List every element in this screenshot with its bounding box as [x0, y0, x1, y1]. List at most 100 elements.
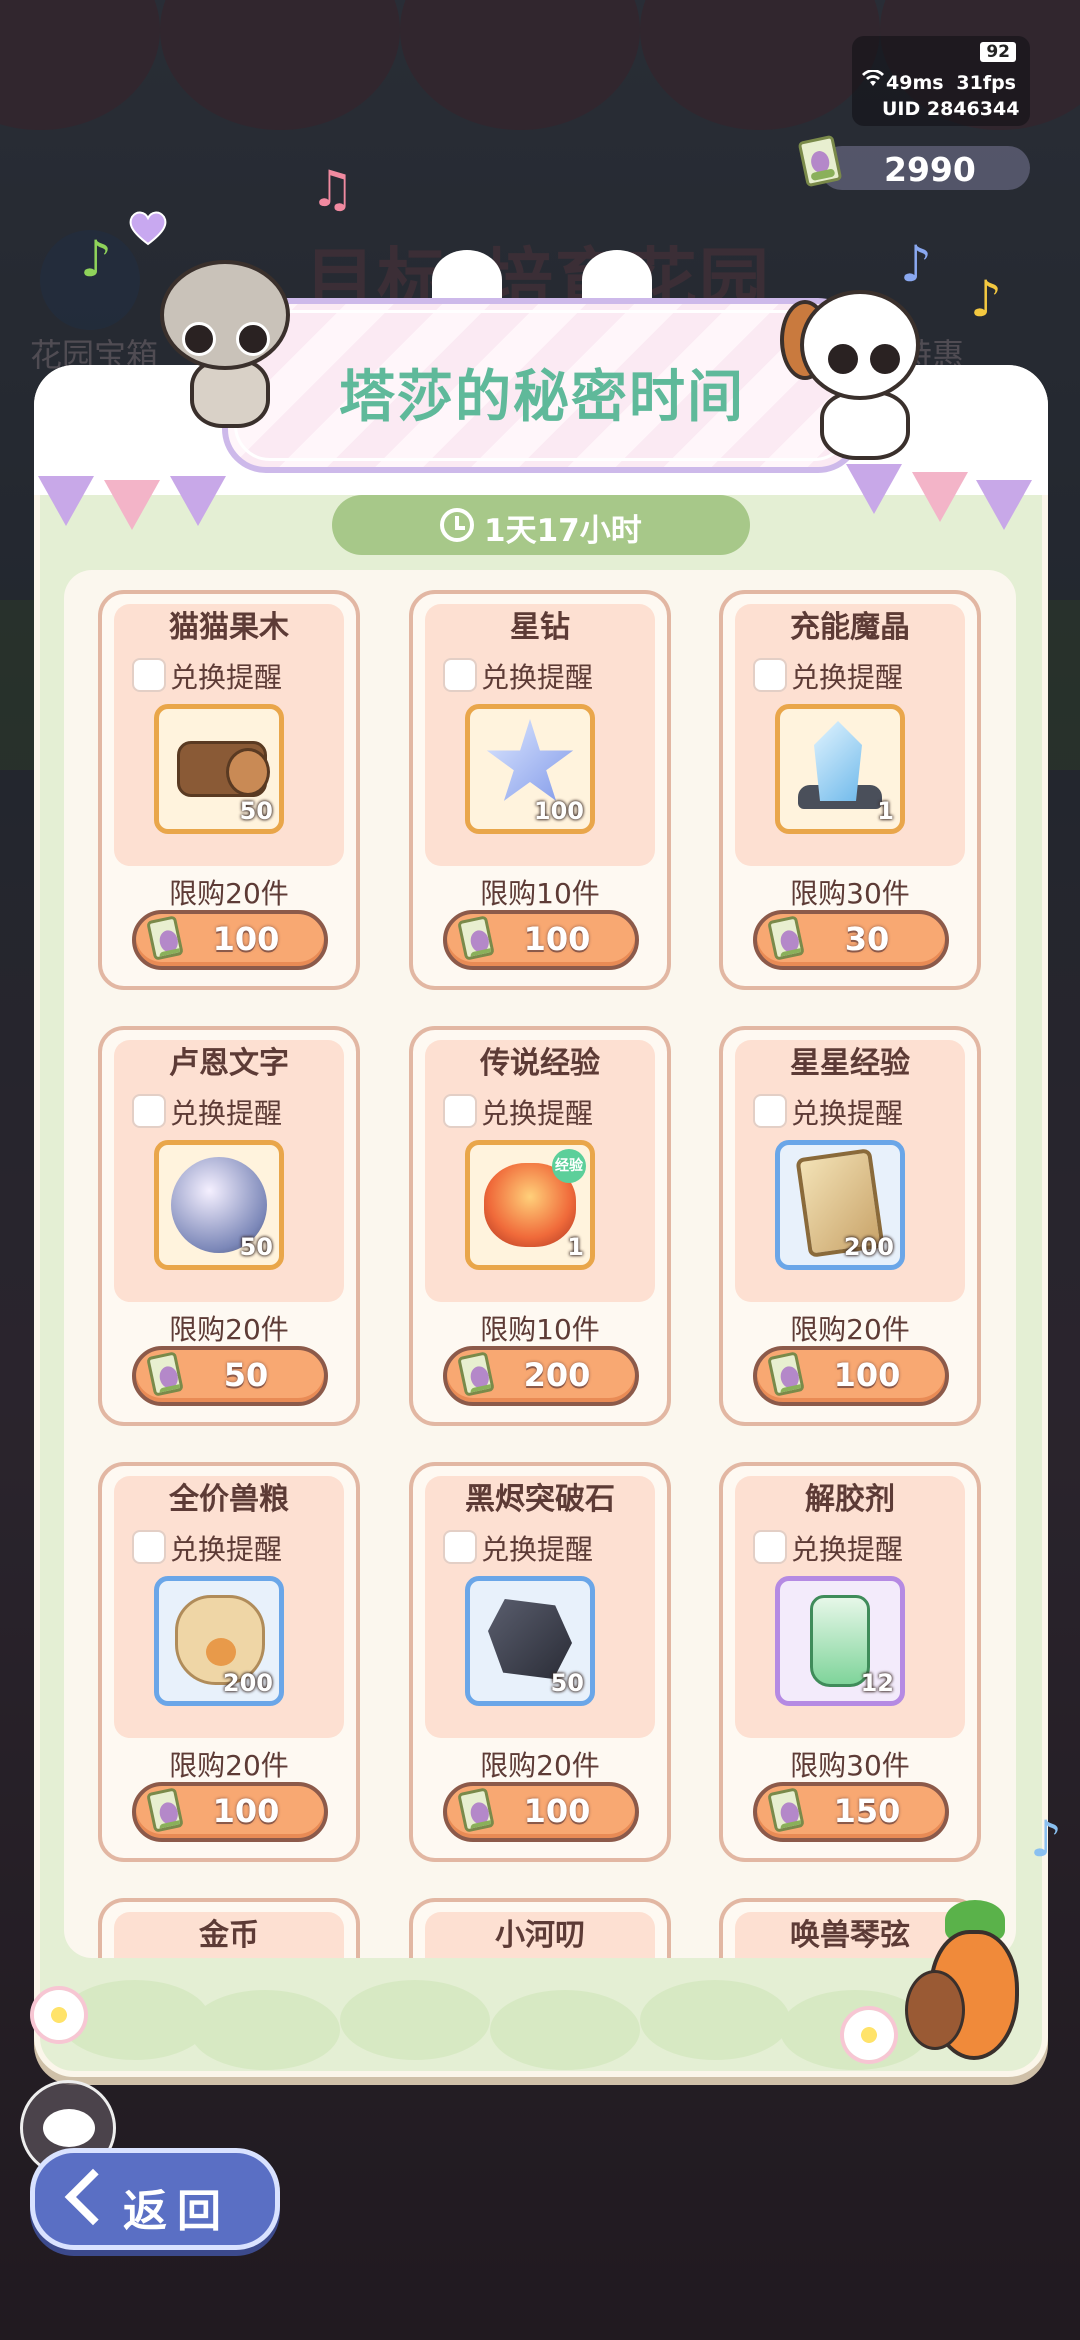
item-icon-frame[interactable]: 12: [775, 1576, 905, 1706]
buy-button[interactable]: 100: [753, 1346, 949, 1406]
ticket-icon: [457, 1351, 495, 1397]
purchase-limit: 限购20件: [169, 877, 289, 910]
item-quantity: 100: [533, 797, 584, 825]
item-icon-frame[interactable]: 50: [154, 1140, 284, 1270]
cat-eye: [236, 322, 270, 356]
pennant: [976, 480, 1032, 530]
reminder-checkbox[interactable]: [132, 1094, 166, 1128]
buy-button[interactable]: 50: [132, 1346, 328, 1406]
reminder-checkbox[interactable]: [132, 658, 166, 692]
music-note-icon: ♪: [970, 270, 1002, 328]
item-name: 卢恩文字: [169, 1046, 289, 1081]
item-icon-frame[interactable]: 经验 1: [465, 1140, 595, 1270]
buy-button[interactable]: 100: [132, 1782, 328, 1842]
shop-item-card[interactable]: 小河叨: [409, 1898, 671, 1958]
shop-item-card[interactable]: 传说经验 兑换提醒 经验 1 限购10件 200: [409, 1026, 671, 1426]
buy-button[interactable]: 150: [753, 1782, 949, 1842]
dog-eye: [828, 344, 858, 374]
item-name: 星星经验: [790, 1046, 910, 1081]
breakthrough-stone-icon: [488, 1599, 572, 1679]
shop-item-card[interactable]: 解胶剂 兑换提醒 12 限购30件 150: [719, 1462, 981, 1862]
back-button[interactable]: 返回: [30, 2148, 280, 2250]
carrot-mascot-icon: [905, 1900, 1035, 2070]
item-icon-frame[interactable]: 50: [154, 704, 284, 834]
item-icon-frame[interactable]: 200: [154, 1576, 284, 1706]
price-label: 150: [833, 1792, 901, 1830]
pennant: [912, 472, 968, 522]
pennant: [38, 476, 94, 526]
bush: [340, 1980, 490, 2060]
purchase-limit: 限购20件: [169, 1749, 289, 1782]
battery-indicator: 92: [980, 42, 1016, 62]
item-name: 星钻: [510, 610, 570, 645]
back-label: 返回: [123, 2186, 231, 2237]
shop-item-card[interactable]: 星星经验 兑换提醒 200 限购20件 100: [719, 1026, 981, 1426]
event-title: 塔莎的秘密时间: [339, 365, 745, 430]
purchase-limit: 限购20件: [480, 1749, 600, 1782]
purchase-limit: 限购10件: [480, 1313, 600, 1346]
music-note-icon: ♪: [900, 235, 932, 293]
dog-eye: [870, 344, 900, 374]
reminder-checkbox[interactable]: [753, 1530, 787, 1564]
price-label: 200: [523, 1356, 591, 1394]
buy-button[interactable]: 100: [443, 1782, 639, 1842]
price-label: 100: [523, 920, 591, 958]
item-quantity: 50: [239, 797, 273, 825]
item-quantity: 50: [239, 1233, 273, 1261]
buy-button[interactable]: 100: [132, 910, 328, 970]
ticket-icon: [146, 1351, 184, 1397]
pennant: [170, 476, 226, 526]
reminder-checkbox[interactable]: [443, 658, 477, 692]
price-label: 100: [523, 1792, 591, 1830]
price-label: 30: [844, 920, 890, 958]
buy-button[interactable]: 200: [443, 1346, 639, 1406]
shop-item-card[interactable]: 金币: [98, 1898, 360, 1958]
wood-log-icon: [177, 741, 270, 797]
shop-item-card[interactable]: 卢恩文字 兑换提醒 50 限购20件 50: [98, 1026, 360, 1426]
event-banner: 塔莎的秘密时间: [222, 298, 862, 473]
dog-head: [800, 290, 920, 400]
reminder-checkbox[interactable]: [132, 1530, 166, 1564]
back-arrow-icon: [64, 2168, 122, 2226]
clock-icon: [440, 508, 474, 542]
reminder-checkbox[interactable]: [443, 1094, 477, 1128]
bush: [640, 1980, 790, 2060]
cat-mascot-icon: [150, 240, 300, 430]
cat-eye: [182, 322, 216, 356]
price-label: 50: [223, 1356, 269, 1394]
reminder-label: 兑换提醒: [170, 1533, 283, 1566]
buy-button[interactable]: 30: [753, 910, 949, 970]
chat-bubble-icon: [43, 2109, 95, 2147]
shop-item-card[interactable]: 充能魔晶 兑换提醒 1 限购30件 30: [719, 590, 981, 990]
timer-text: 1天17小时: [484, 513, 642, 549]
ticket-icon: [767, 915, 805, 961]
shop-item-card[interactable]: 星钻 兑换提醒 100 限购10件 100: [409, 590, 671, 990]
shop-item-card[interactable]: 黑烬突破石 兑换提醒 50 限购20件 100: [409, 1462, 671, 1862]
uid-text: UID 2846344: [882, 98, 1020, 120]
ticket-icon: [146, 915, 184, 961]
reminder-label: 兑换提醒: [481, 1097, 594, 1130]
item-quantity: 12: [860, 1669, 894, 1697]
exp-tag: 经验: [552, 1149, 586, 1183]
reminder-label: 兑换提醒: [170, 661, 283, 694]
purchase-limit: 限购10件: [480, 877, 600, 910]
ping-text: 49ms: [886, 72, 944, 94]
item-icon-frame[interactable]: 200: [775, 1140, 905, 1270]
price-label: 100: [212, 1792, 280, 1830]
item-icon-frame[interactable]: 1: [775, 704, 905, 834]
shop-grid[interactable]: 猫猫果木 兑换提醒 50 限购20件 100 星钻 兑换提醒 100 限购10件…: [64, 570, 1016, 1958]
ticket-icon: [767, 1351, 805, 1397]
shop-item-card[interactable]: 全价兽粮 兑换提醒 200 限购20件 100: [98, 1462, 360, 1862]
shop-item-card[interactable]: 猫猫果木 兑换提醒 50 限购20件 100: [98, 590, 360, 990]
item-icon-frame[interactable]: 50: [465, 1576, 595, 1706]
reminder-checkbox[interactable]: [753, 658, 787, 692]
buy-button[interactable]: 100: [443, 910, 639, 970]
music-note-icon: ♪: [1030, 1810, 1062, 1868]
reminder-checkbox[interactable]: [443, 1530, 477, 1564]
item-name: 小河叨: [495, 1918, 585, 1953]
price-label: 100: [833, 1356, 901, 1394]
cat-head: [160, 260, 290, 370]
reminder-checkbox[interactable]: [753, 1094, 787, 1128]
item-icon-frame[interactable]: 100: [465, 704, 595, 834]
item-name: 黑烬突破石: [465, 1482, 615, 1517]
